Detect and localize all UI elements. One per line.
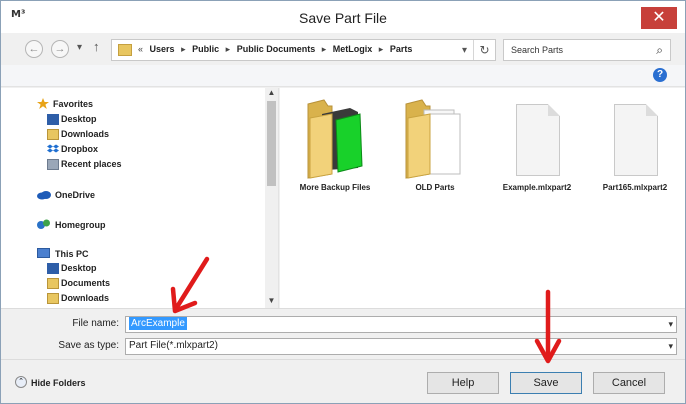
search-input[interactable]: Search Parts ⌕ <box>503 39 671 61</box>
downloads-icon <box>47 293 59 304</box>
sidebar-item-this-pc[interactable]: This PC <box>55 249 89 259</box>
savetype-select[interactable]: Part File(*.mlxpart2) ▾ <box>125 338 677 355</box>
desktop-icon <box>47 263 59 274</box>
file-name: Part165.mlxpart2 <box>602 183 668 192</box>
sidebar-item-desktop[interactable]: Desktop <box>61 114 97 124</box>
list-item[interactable]: Example.mlxpart2 <box>492 94 582 194</box>
scroll-thumb[interactable] <box>267 101 276 186</box>
save-form: File name: ArcExample ▾ Save as type: Pa… <box>1 308 685 358</box>
star-icon <box>37 98 49 109</box>
breadcrumb: « Users ▸ Public ▸ Public Documents ▸ Me… <box>138 44 416 55</box>
scroll-up-icon[interactable]: ▲ <box>265 88 278 100</box>
overflow-icon[interactable]: « <box>138 44 143 54</box>
folder-icon <box>307 99 363 179</box>
chevron-down-icon[interactable]: ▾ <box>668 341 673 352</box>
refresh-icon[interactable]: ↻ <box>473 40 495 60</box>
breadcrumb-parts[interactable]: Parts <box>390 44 413 54</box>
sidebar-item-documents[interactable]: Documents <box>61 278 110 288</box>
chevron-right-icon[interactable]: ▸ <box>322 44 327 54</box>
forward-button[interactable]: → <box>51 40 69 58</box>
computer-icon <box>37 248 50 258</box>
dropbox-icon <box>47 144 59 153</box>
file-name: More Backup Files <box>299 183 371 192</box>
breadcrumb-public[interactable]: Public <box>192 44 219 54</box>
document-icon <box>516 104 560 176</box>
recent-places-icon <box>47 159 59 170</box>
breadcrumb-public-documents[interactable]: Public Documents <box>237 44 316 54</box>
help-icon[interactable]: ? <box>653 68 667 82</box>
sidebar-scrollbar[interactable]: ▲ ▼ <box>265 88 278 308</box>
sidebar-item-downloads-pc[interactable]: Downloads <box>61 293 109 303</box>
sidebar-item-favorites[interactable]: Favorites <box>53 99 93 109</box>
desktop-icon <box>47 114 59 125</box>
savetype-value: Part File(*.mlxpart2) <box>129 340 218 351</box>
hide-folders-label: Hide Folders <box>31 378 86 388</box>
list-item[interactable]: More Backup Files <box>290 94 380 194</box>
sidebar-item-desktop-pc[interactable]: Desktop <box>61 263 97 273</box>
file-name: OLD Parts <box>415 183 455 192</box>
folder-icon <box>405 99 461 179</box>
scroll-down-icon[interactable]: ▼ <box>265 296 278 308</box>
savetype-label: Save as type: <box>58 340 119 351</box>
sidebar-item-downloads[interactable]: Downloads <box>61 129 109 139</box>
homegroup-icon <box>37 219 50 229</box>
chevron-right-icon[interactable]: ▸ <box>379 44 384 54</box>
chevron-up-icon: ⌃ <box>15 376 27 388</box>
sidebar-item-onedrive[interactable]: OneDrive <box>55 190 95 200</box>
up-arrow-icon[interactable]: ↑ <box>93 39 100 54</box>
navigation-pane: Favorites Desktop Downloads Dropbox Rece… <box>1 88 279 308</box>
document-icon <box>614 104 658 176</box>
chevron-down-icon[interactable]: ▾ <box>668 319 673 330</box>
annotation-arrow-icon <box>170 256 210 314</box>
search-placeholder: Search Parts <box>511 45 564 55</box>
chevron-down-icon[interactable]: ▾ <box>462 45 467 56</box>
downloads-icon <box>47 129 59 140</box>
back-button[interactable]: ← <box>25 40 43 58</box>
breadcrumb-users[interactable]: Users <box>150 44 175 54</box>
cloud-icon <box>37 191 51 200</box>
annotation-arrow-icon <box>534 289 562 364</box>
dialog-footer: ⌃ Hide Folders Help Save Cancel <box>1 359 685 403</box>
list-item[interactable]: Part165.mlxpart2 <box>590 94 680 194</box>
file-list: More Backup Files OLD Parts Example.mlxp… <box>280 88 685 308</box>
cancel-button[interactable]: Cancel <box>593 372 665 394</box>
sidebar-item-recent-places[interactable]: Recent places <box>61 159 122 169</box>
breadcrumb-metlogix[interactable]: MetLogix <box>333 44 373 54</box>
address-row: ← → ▾ ↑ « Users ▸ Public ▸ Public Docume… <box>1 35 685 65</box>
documents-icon <box>47 278 59 289</box>
close-button[interactable]: ✕ <box>641 7 677 29</box>
recent-locations-icon[interactable]: ▾ <box>77 42 82 53</box>
hide-folders-button[interactable]: ⌃ Hide Folders <box>15 376 86 388</box>
save-button[interactable]: Save <box>510 372 582 394</box>
filename-field[interactable]: ArcExample ▾ <box>125 316 677 333</box>
help-button[interactable]: Help <box>427 372 499 394</box>
save-dialog: M³ Save Part File ✕ ← → ▾ ↑ « Users ▸ Pu… <box>0 0 686 404</box>
address-bar[interactable]: « Users ▸ Public ▸ Public Documents ▸ Me… <box>111 39 496 61</box>
dialog-title: Save Part File <box>299 10 387 26</box>
chevron-right-icon[interactable]: ▸ <box>226 44 231 54</box>
filename-value-wrap: ArcExample <box>129 317 187 330</box>
search-icon[interactable]: ⌕ <box>656 43 663 58</box>
list-item[interactable]: OLD Parts <box>390 94 480 194</box>
sidebar-item-homegroup[interactable]: Homegroup <box>55 220 106 230</box>
file-name: Example.mlxpart2 <box>502 183 572 192</box>
chevron-right-icon[interactable]: ▸ <box>181 44 186 54</box>
title-bar: M³ Save Part File ✕ <box>1 1 685 33</box>
filename-label: File name: <box>72 318 119 329</box>
toolbar: ? <box>1 65 685 87</box>
sidebar-item-dropbox[interactable]: Dropbox <box>61 144 98 154</box>
filename-value[interactable]: ArcExample <box>129 317 187 330</box>
folder-icon <box>118 44 132 56</box>
